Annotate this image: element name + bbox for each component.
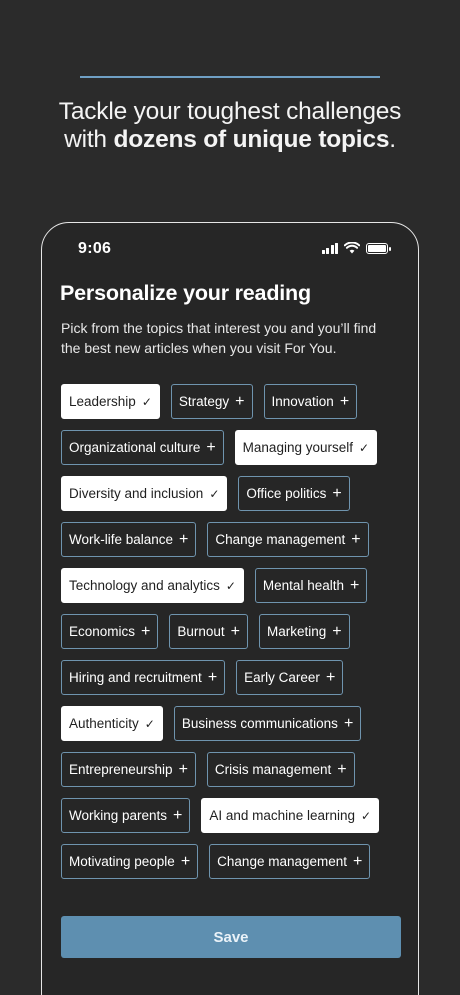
checkmark-icon: ✓: [209, 486, 220, 501]
headline-suffix: .: [389, 126, 396, 153]
plus-icon: +: [235, 392, 245, 410]
topic-chip[interactable]: Technology and analytics ✓: [61, 568, 244, 603]
topic-chip-label: Motivating people: [69, 854, 175, 869]
plus-icon: +: [325, 668, 336, 686]
topic-chip-label: Innovation: [271, 394, 334, 409]
plus-icon: +: [349, 576, 360, 594]
checkmark-icon: ✓: [225, 578, 236, 593]
topic-chip[interactable]: Organizational culture +: [61, 430, 224, 465]
plus-icon: +: [173, 806, 183, 824]
topic-chip-label: Marketing: [267, 624, 327, 639]
plus-icon: +: [337, 760, 347, 778]
topic-chip-label: Managing yourself: [242, 440, 353, 455]
plus-icon: +: [230, 622, 241, 640]
plus-icon: +: [178, 760, 188, 778]
topic-chip[interactable]: Mental health +: [254, 568, 368, 603]
topic-chip-list: Leadership ✓ Strategy + Innovation + Organizat…: [61, 384, 401, 879]
phone-frame: 9:06 Personalize your reading Pick from …: [41, 222, 419, 995]
topic-chip-label: Working parents: [69, 808, 168, 823]
topic-chip[interactable]: Marketing +: [259, 614, 350, 649]
plus-icon: +: [141, 622, 151, 640]
topic-chip-label: Early Career: [244, 670, 320, 685]
topic-chip[interactable]: Early Career +: [236, 660, 344, 695]
accent-line: [80, 76, 380, 78]
battery-icon: [366, 242, 391, 254]
checkmark-icon: ✓: [141, 394, 152, 409]
topic-chip-label: Economics: [69, 624, 136, 639]
topic-chip[interactable]: Work-life balance +: [61, 522, 197, 557]
topic-chip[interactable]: Business communications +: [173, 706, 362, 741]
topic-chip[interactable]: Change management +: [207, 522, 369, 557]
topic-chip-label: AI and machine learning: [209, 808, 355, 823]
cellular-signal-icon: [321, 242, 338, 254]
topic-chip[interactable]: Leadership ✓: [61, 384, 160, 419]
topic-chip[interactable]: Hiring and recruitment +: [61, 660, 226, 695]
headline-line-1: Tackle your toughest challenges: [58, 98, 402, 125]
topic-chip[interactable]: Burnout +: [169, 614, 249, 649]
topic-chip[interactable]: Economics +: [61, 614, 159, 649]
topic-chip-label: Leadership: [69, 394, 136, 409]
headline-bold: dozens of unique topics: [113, 126, 390, 153]
checkmark-icon: ✓: [360, 808, 372, 823]
topic-chip-label: Diversity and inclusion: [69, 486, 204, 501]
plus-icon: +: [353, 852, 363, 870]
topic-chip[interactable]: Innovation +: [263, 384, 358, 419]
headline-line-2: with dozens of unique topics.: [0, 126, 460, 154]
wifi-icon: [344, 242, 360, 254]
status-icons: [321, 242, 391, 254]
topic-chip[interactable]: Crisis management +: [206, 752, 355, 787]
topic-chip-label: Strategy: [178, 394, 230, 409]
topic-chip-label: Change management: [215, 532, 346, 547]
topic-chip-label: Mental health: [262, 578, 344, 593]
topic-chip-label: Entrepreneurship: [69, 762, 173, 777]
topic-chip-label: Business communications: [181, 716, 338, 731]
checkmark-icon: ✓: [359, 440, 370, 455]
plus-icon: +: [179, 530, 189, 548]
topic-chip-label: Change management: [217, 854, 348, 869]
topic-chip[interactable]: AI and machine learning ✓: [201, 798, 380, 833]
screen-title: Personalize your reading: [60, 281, 311, 305]
plus-icon: +: [339, 392, 350, 410]
plus-icon: +: [332, 622, 342, 640]
topic-chip[interactable]: Office politics +: [238, 476, 350, 511]
topic-chip-label: Burnout: [177, 624, 225, 639]
topic-chip-label: Work-life balance: [69, 532, 174, 547]
topic-chip[interactable]: Working parents +: [61, 798, 191, 833]
screen-subtitle: Pick from the topics that interest you a…: [61, 320, 377, 356]
topic-chip[interactable]: Motivating people +: [61, 844, 199, 879]
topic-chip[interactable]: Entrepreneurship +: [61, 752, 196, 787]
topic-chip-label: Technology and analytics: [69, 578, 220, 593]
checkmark-icon: ✓: [144, 716, 155, 731]
plus-icon: +: [343, 714, 354, 732]
marketing-headline: Tackle your toughest challenges with doz…: [0, 98, 460, 154]
topic-chip-label: Crisis management: [214, 762, 332, 777]
status-time: 9:06: [78, 240, 112, 257]
topic-chip-label: Organizational culture: [69, 440, 201, 455]
headline-prefix: with: [64, 126, 114, 153]
topic-chip[interactable]: Change management +: [209, 844, 371, 879]
plus-icon: +: [207, 668, 218, 686]
plus-icon: +: [332, 484, 342, 502]
topic-chip[interactable]: Strategy +: [170, 384, 253, 419]
topic-chip[interactable]: Managing yourself ✓: [234, 430, 378, 465]
plus-icon: +: [351, 530, 361, 548]
topic-chip[interactable]: Diversity and inclusion ✓: [61, 476, 228, 511]
topic-chip[interactable]: Authenticity ✓: [61, 706, 163, 741]
plus-icon: +: [180, 852, 191, 870]
topic-chip-label: Authenticity: [69, 716, 139, 731]
plus-icon: +: [206, 438, 216, 456]
topic-chip-label: Office politics: [246, 486, 327, 501]
topic-chip-label: Hiring and recruitment: [69, 670, 202, 685]
save-button[interactable]: Save: [61, 916, 401, 958]
